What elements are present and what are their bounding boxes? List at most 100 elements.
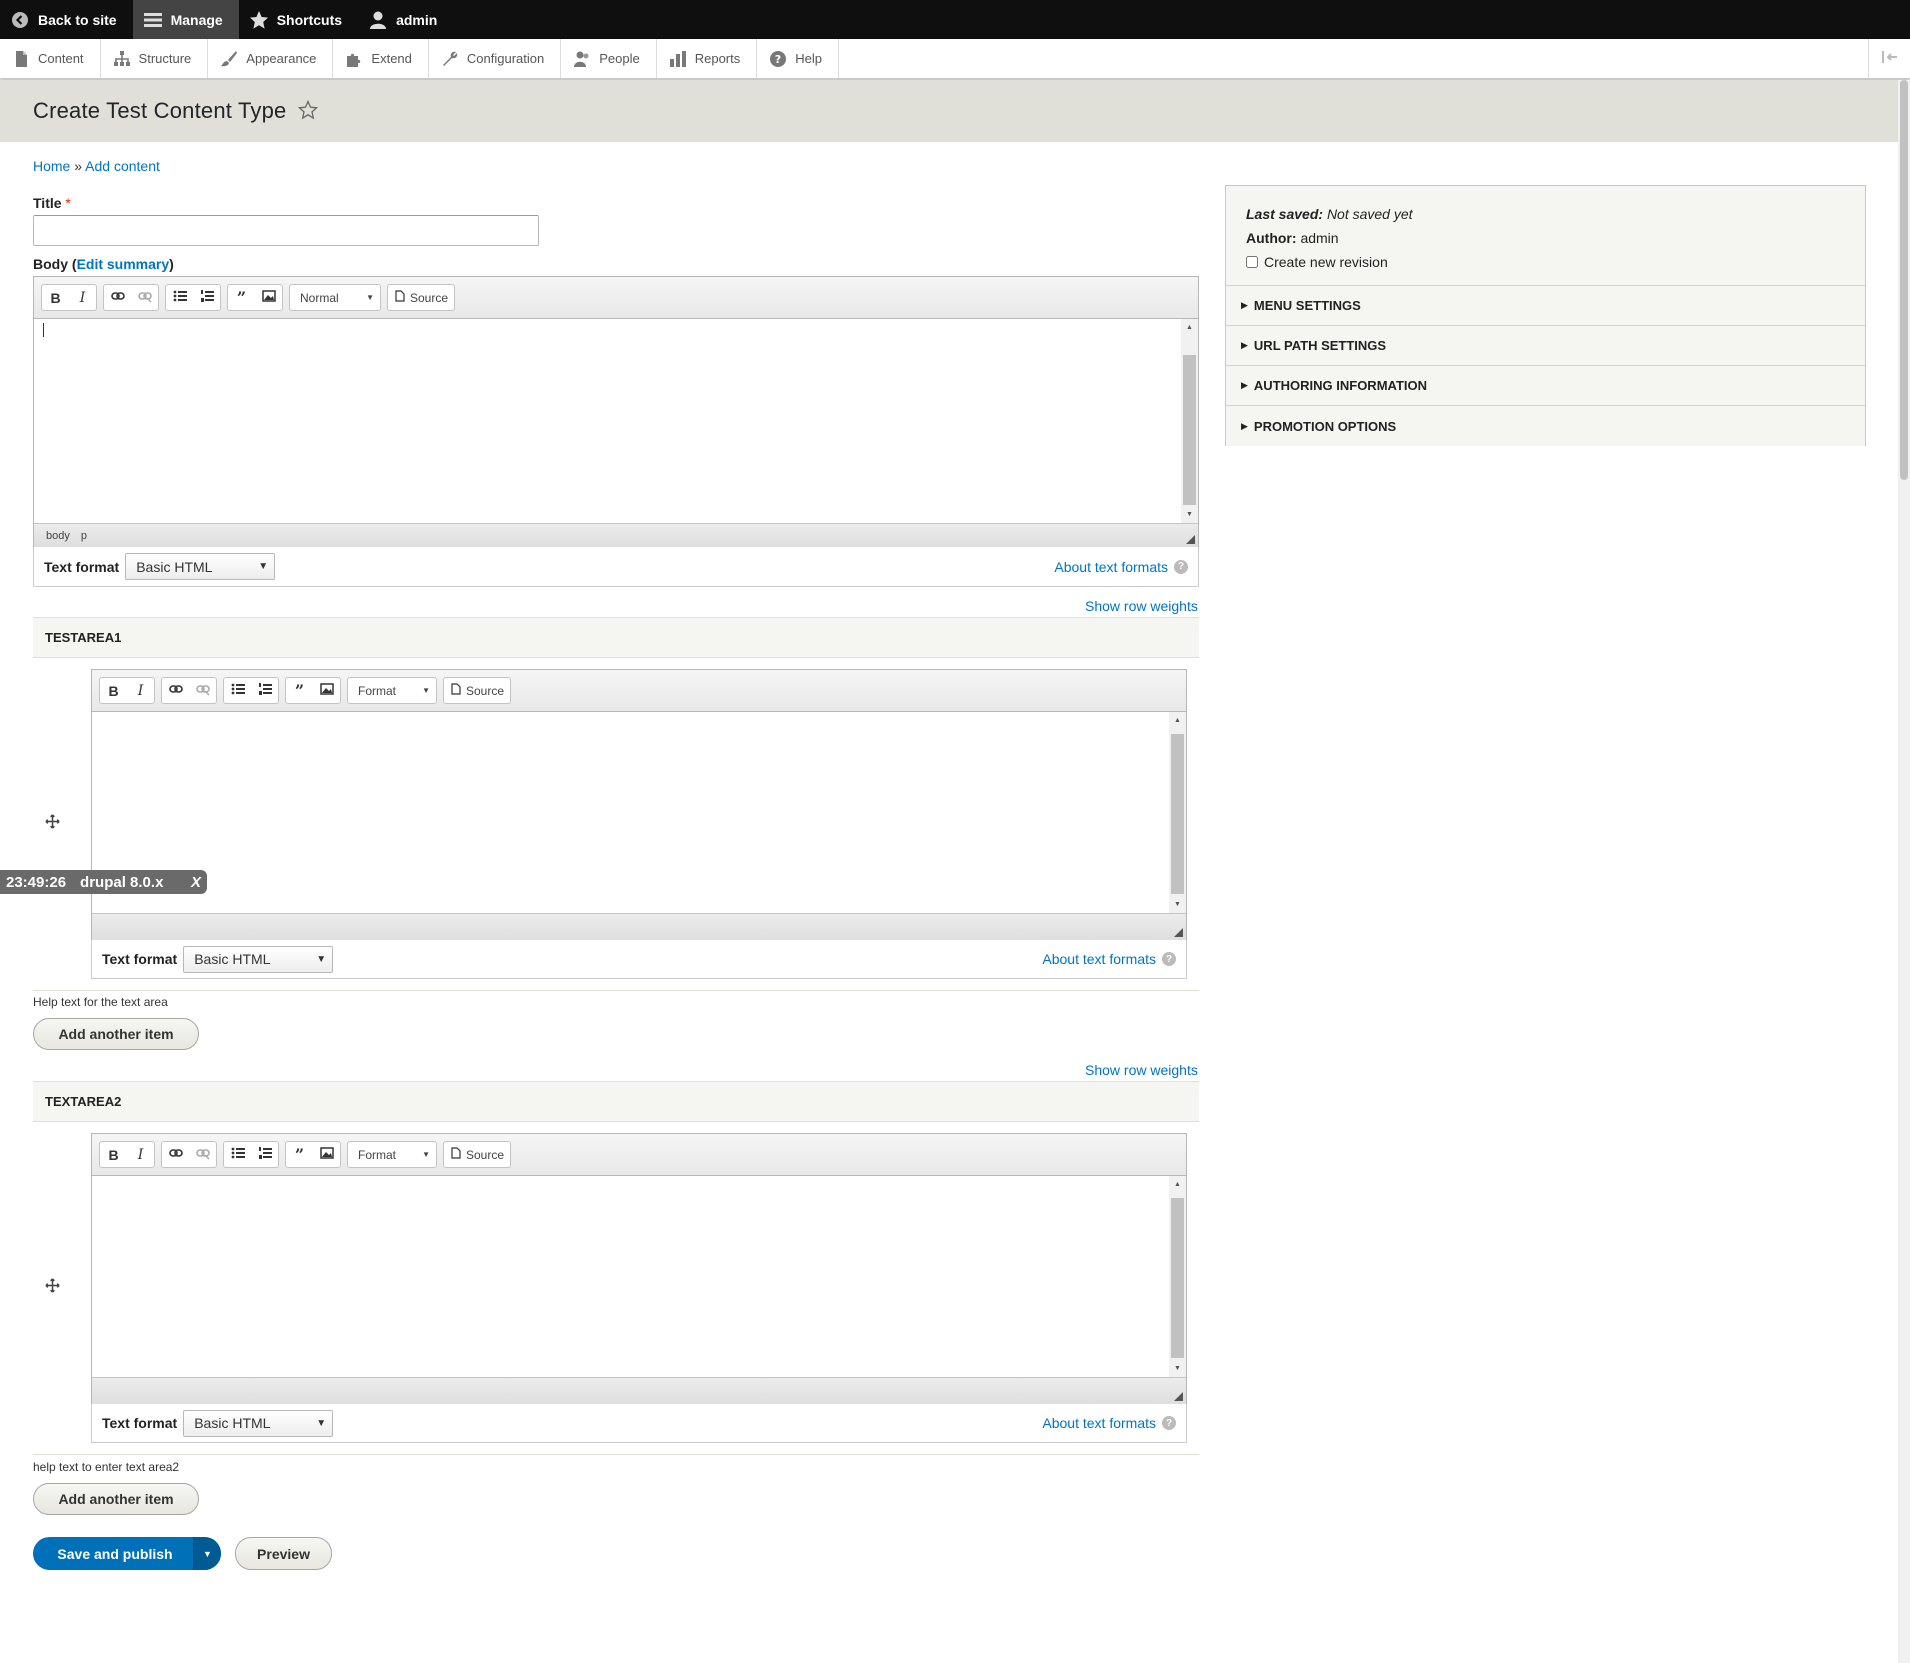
tray-item-structure[interactable]: Structure: [101, 39, 209, 78]
italic-button[interactable]: I: [69, 285, 96, 310]
preview-button[interactable]: Preview: [235, 1537, 332, 1570]
save-options-toggle[interactable]: ▼: [193, 1537, 221, 1570]
format-dropdown[interactable]: Format ▼: [347, 1141, 437, 1168]
text-format-select[interactable]: Basic HTML ▼: [183, 1409, 334, 1437]
scroll-thumb[interactable]: [1183, 355, 1196, 505]
back-to-site-link[interactable]: Back to site: [0, 0, 133, 39]
text-format-select[interactable]: Basic HTML ▼: [125, 553, 276, 580]
testarea1-editor-scrollbar[interactable]: ▲ ▼: [1169, 712, 1186, 913]
breadcrumb-home-link[interactable]: Home: [33, 158, 70, 174]
media-group: ”: [227, 284, 283, 311]
unlink-button[interactable]: [189, 1142, 216, 1167]
add-another-item-button[interactable]: Add another item: [33, 1018, 199, 1050]
body-editor-scrollbar[interactable]: ▲ ▼: [1181, 319, 1198, 523]
link-button[interactable]: [162, 1142, 189, 1167]
source-button[interactable]: Source: [443, 1141, 512, 1168]
scroll-down-arrow[interactable]: ▼: [1181, 506, 1198, 523]
drag-handle[interactable]: [44, 814, 60, 831]
scroll-thumb[interactable]: [1171, 1198, 1184, 1358]
bulleted-list-button[interactable]: [166, 285, 193, 310]
bold-button[interactable]: B: [100, 678, 127, 703]
bulleted-list-button[interactable]: [224, 1142, 251, 1167]
italic-button[interactable]: I: [127, 678, 154, 703]
source-button[interactable]: Source: [387, 284, 456, 311]
image-button[interactable]: [313, 678, 340, 703]
scroll-up-arrow[interactable]: ▲: [1169, 712, 1186, 729]
body-paren-close: ): [169, 256, 174, 272]
numbered-list-button[interactable]: [251, 1142, 278, 1167]
bold-button[interactable]: B: [42, 285, 69, 310]
link-button[interactable]: [104, 285, 131, 310]
user-tab[interactable]: admin: [358, 0, 453, 39]
breadcrumb-add-content-link[interactable]: Add content: [85, 158, 160, 174]
italic-button[interactable]: I: [127, 1142, 154, 1167]
path-p[interactable]: p: [81, 530, 87, 542]
bulleted-list-button[interactable]: [224, 678, 251, 703]
scroll-up-arrow[interactable]: ▲: [1169, 1176, 1186, 1193]
page-scrollbar[interactable]: [1898, 80, 1910, 1663]
blockquote-button[interactable]: ”: [286, 678, 313, 703]
textarea2-editor-content[interactable]: ▲ ▼: [92, 1176, 1186, 1377]
bold-button[interactable]: B: [100, 1142, 127, 1167]
scroll-down-arrow[interactable]: ▼: [1169, 1360, 1186, 1377]
menu-settings-details[interactable]: ▶ MENU SETTINGS: [1226, 286, 1865, 326]
unlink-icon: [195, 682, 210, 699]
add-another-item-button[interactable]: Add another item: [33, 1483, 199, 1515]
authoring-information-details[interactable]: ▶ AUTHORING INFORMATION: [1226, 366, 1865, 406]
scroll-thumb[interactable]: [1171, 734, 1184, 894]
source-button[interactable]: Source: [443, 677, 512, 704]
numbered-list-button[interactable]: [251, 678, 278, 703]
required-mark: *: [65, 195, 71, 211]
unlink-button[interactable]: [131, 285, 158, 310]
numbered-list-button[interactable]: [193, 285, 220, 310]
manage-tab[interactable]: Manage: [132, 0, 239, 39]
caret-down-icon: ▼: [422, 1150, 430, 1159]
create-new-revision-checkbox[interactable]: [1246, 256, 1258, 268]
title-input[interactable]: [33, 215, 539, 246]
resize-handle[interactable]: [1186, 535, 1195, 544]
show-row-weights-link[interactable]: Show row weights: [1085, 598, 1198, 614]
tray-item-people[interactable]: People: [561, 39, 657, 78]
image-button[interactable]: [313, 1142, 340, 1167]
save-and-publish-button[interactable]: Save and publish ▼: [33, 1537, 221, 1570]
url-path-settings-details[interactable]: ▶ URL PATH SETTINGS: [1226, 326, 1865, 366]
format-dropdown[interactable]: Format ▼: [347, 677, 437, 704]
scroll-down-arrow[interactable]: ▼: [1169, 896, 1186, 913]
about-text-formats-link[interactable]: About text formats: [1042, 951, 1156, 967]
tray-orientation-toggle[interactable]: [1868, 39, 1910, 78]
tray-item-appearance[interactable]: Appearance: [208, 39, 334, 78]
path-body[interactable]: body: [46, 530, 70, 542]
image-button[interactable]: [255, 285, 282, 310]
textarea2-editor-scrollbar[interactable]: ▲ ▼: [1169, 1176, 1186, 1377]
show-row-weights-link[interactable]: Show row weights: [1085, 1062, 1198, 1078]
triangle-right-icon: ▶: [1241, 380, 1248, 390]
tray-item-configuration[interactable]: Configuration: [429, 39, 562, 78]
about-text-formats-link[interactable]: About text formats: [1054, 559, 1168, 575]
text-format-select[interactable]: Basic HTML ▼: [183, 945, 334, 973]
tray-item-content[interactable]: Content: [0, 39, 101, 78]
resize-handle[interactable]: [1174, 928, 1183, 937]
unlink-button[interactable]: [189, 678, 216, 703]
link-button[interactable]: [162, 678, 189, 703]
tray-item-extend[interactable]: Extend: [333, 39, 429, 78]
paragraph-format-dropdown[interactable]: Normal ▼: [289, 284, 381, 311]
tray-item-label: Content: [38, 51, 84, 66]
edit-summary-link[interactable]: Edit summary: [77, 256, 170, 272]
testarea1-editor-content[interactable]: ▲ ▼: [92, 712, 1186, 913]
scroll-up-arrow[interactable]: ▲: [1181, 319, 1198, 336]
about-text-formats-link[interactable]: About text formats: [1042, 1415, 1156, 1431]
body-editor-content[interactable]: ▲ ▼: [34, 319, 1198, 523]
timer-close-button[interactable]: X: [191, 874, 201, 891]
drag-handle[interactable]: [44, 1278, 60, 1295]
resize-handle[interactable]: [1174, 1392, 1183, 1401]
promotion-options-details[interactable]: ▶ PROMOTION OPTIONS: [1226, 406, 1865, 446]
shortcuts-tab[interactable]: Shortcuts: [239, 0, 358, 39]
blockquote-button[interactable]: ”: [228, 285, 255, 310]
basic-styles-group: B I: [41, 284, 97, 311]
create-new-revision-checkbox-row[interactable]: Create new revision: [1246, 250, 1845, 274]
star-outline-icon[interactable]: [298, 99, 319, 123]
tray-item-help[interactable]: ? Help: [757, 39, 839, 78]
testarea1-editor-toolbar: B I ” Format ▼ Source: [92, 670, 1186, 712]
tray-item-reports[interactable]: Reports: [657, 39, 758, 78]
blockquote-button[interactable]: ”: [286, 1142, 313, 1167]
